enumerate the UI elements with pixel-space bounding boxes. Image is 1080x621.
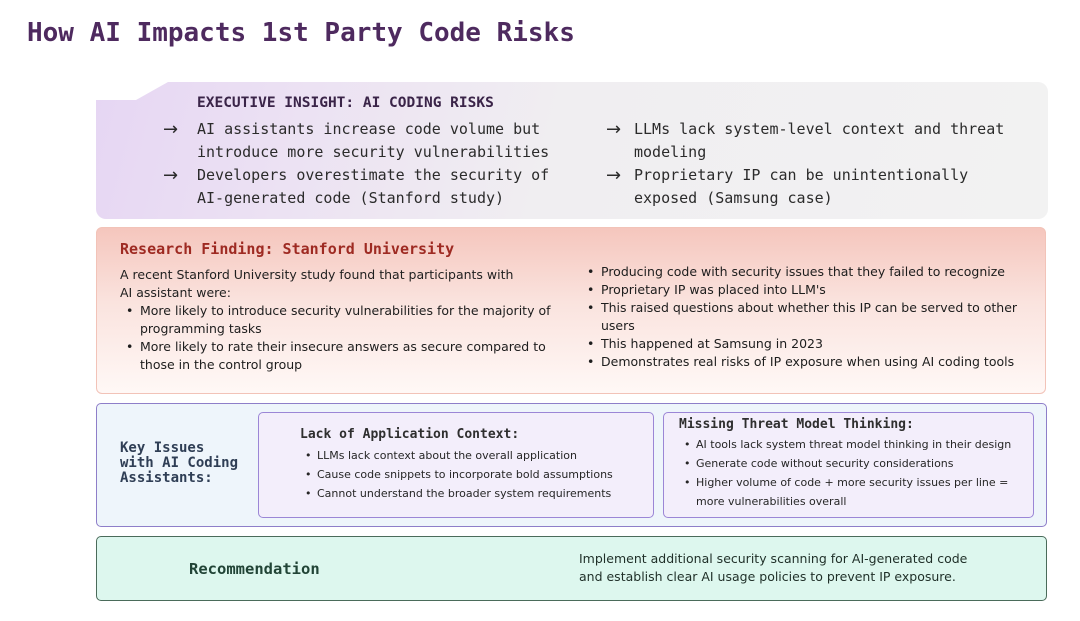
issue-card-list: AI tools lack system threat model thinki… <box>684 435 1019 511</box>
list-item: Proprietary IP was placed into LLM's <box>587 281 1037 299</box>
issue-card-title: Lack of Application Context: <box>300 427 520 442</box>
list-item: Generate code without security considera… <box>684 454 1019 473</box>
arrow-right-icon: → <box>163 165 179 186</box>
research-left-list: More likely to introduce security vulner… <box>126 302 566 374</box>
executive-insight-text: Developers overestimate the security of … <box>197 166 550 207</box>
list-item: This raised questions about whether this… <box>587 299 1037 335</box>
arrow-right-icon: → <box>606 119 622 140</box>
issue-card-list: LLMs lack context about the overall appl… <box>305 446 645 503</box>
list-item: More likely to introduce security vulner… <box>126 302 566 338</box>
list-item: Cannot understand the broader system req… <box>305 484 645 503</box>
executive-insight-item: → AI assistants increase code volume but… <box>163 118 587 164</box>
executive-insight-text: AI assistants increase code volume but i… <box>197 120 550 161</box>
recommendation-text: Implement additional security scanning f… <box>579 551 968 584</box>
research-finding-heading: Research Finding: Stanford University <box>120 240 455 258</box>
list-item: Producing code with security issues that… <box>587 263 1037 281</box>
list-item: LLMs lack context about the overall appl… <box>305 446 645 465</box>
issue-card-title: Missing Threat Model Thinking: <box>679 417 914 432</box>
list-item: Higher volume of code + more security is… <box>684 473 1019 511</box>
key-issues-label: Key Issues with AI Coding Assistants: <box>120 440 239 486</box>
recommendation-label: Recommendation <box>189 560 320 578</box>
arrow-right-icon: → <box>163 119 179 140</box>
executive-insight-heading: EXECUTIVE INSIGHT: AI CODING RISKS <box>197 95 494 111</box>
list-item: This happened at Samsung in 2023 <box>587 335 1037 353</box>
list-item: Demonstrates real risks of IP exposure w… <box>587 353 1037 371</box>
arrow-right-icon: → <box>606 165 622 186</box>
executive-insight-item: → LLMs lack system-level context and thr… <box>606 118 1034 164</box>
executive-insight-text: Proprietary IP can be unintentionally ex… <box>634 166 969 207</box>
list-item: AI tools lack system threat model thinki… <box>684 435 1019 454</box>
research-intro-text: A recent Stanford University study found… <box>120 267 514 300</box>
executive-insight-text: LLMs lack system-level context and threa… <box>634 120 1005 161</box>
executive-insight-item: → Proprietary IP can be unintentionally … <box>606 164 1034 210</box>
list-item: More likely to rate their insecure answe… <box>126 338 566 374</box>
research-right-list: Producing code with security issues that… <box>587 263 1037 371</box>
executive-insight-item: → Developers overestimate the security o… <box>163 164 587 210</box>
list-item: Cause code snippets to incorporate bold … <box>305 465 645 484</box>
page-title: How AI Impacts 1st Party Code Risks <box>27 18 575 48</box>
